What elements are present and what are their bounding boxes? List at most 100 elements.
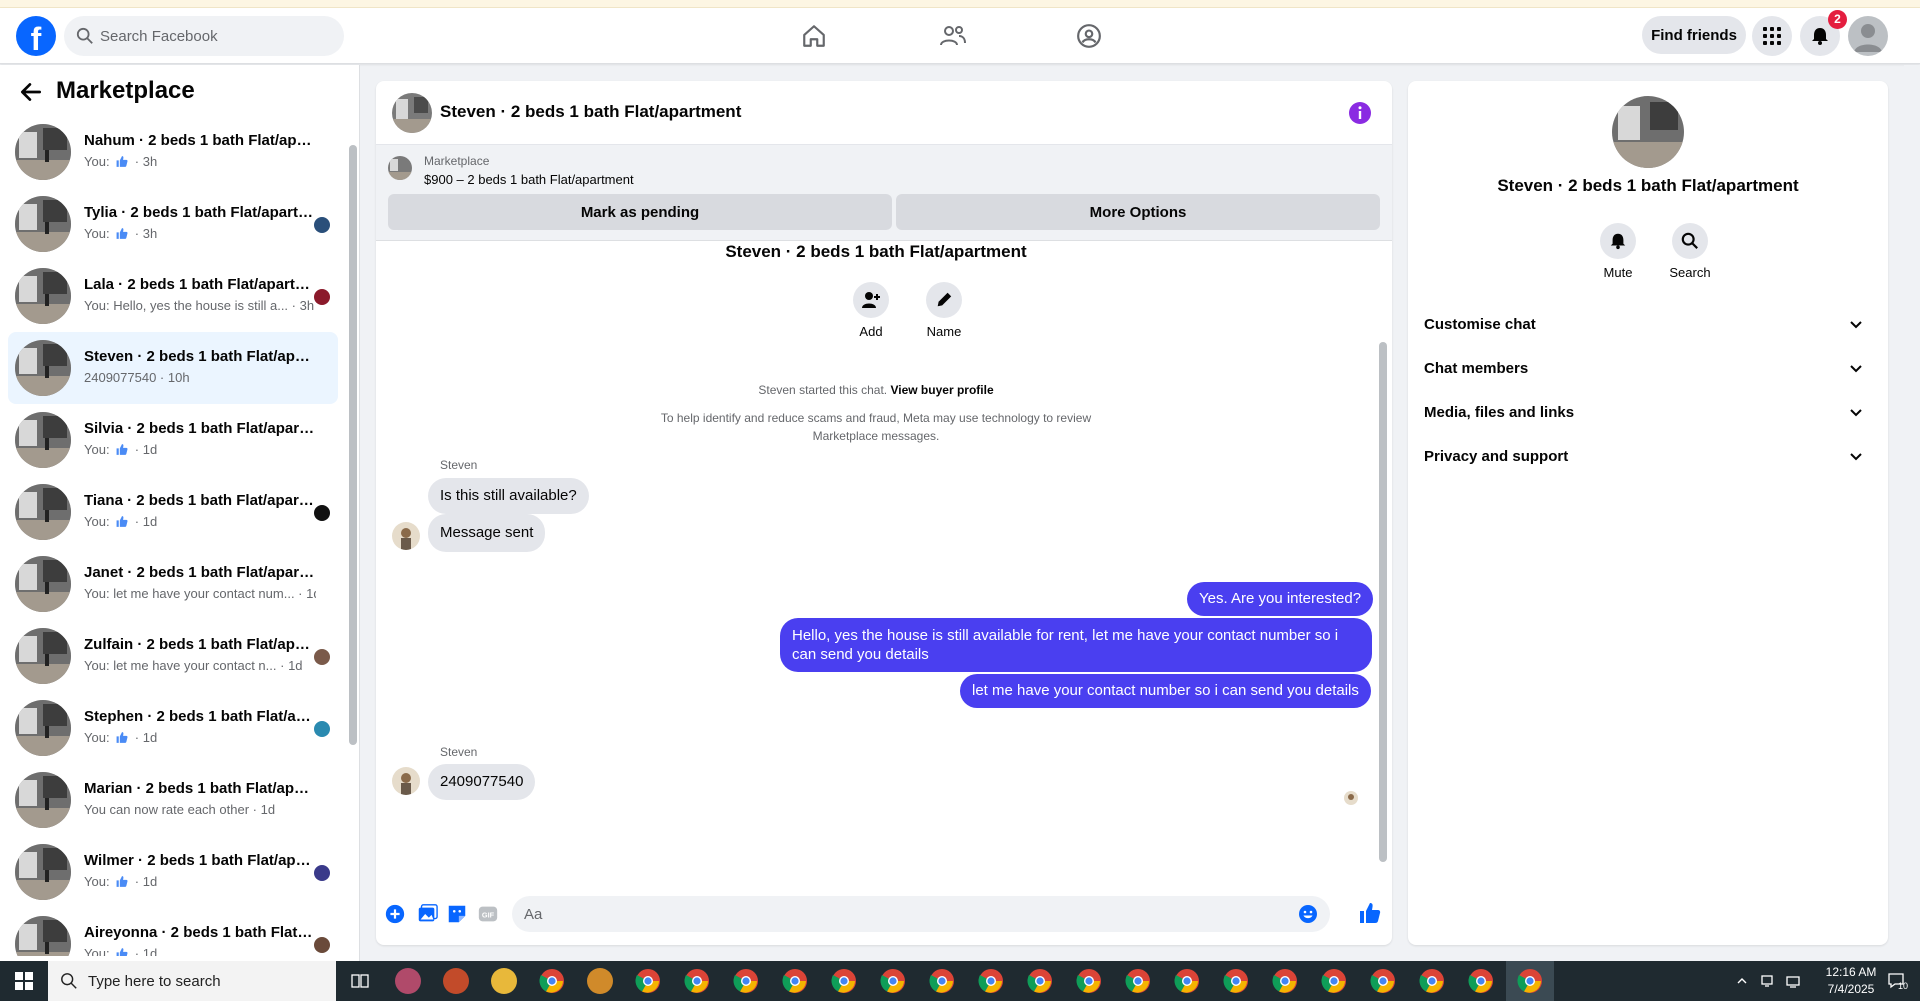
name-label: Name <box>926 324 962 339</box>
customise-chat-section[interactable]: Customise chat <box>1416 303 1880 347</box>
details-avatar[interactable] <box>1612 96 1684 168</box>
conversation-item[interactable]: Janet · 2 beds 1 bath Flat/apartment You:… <box>8 548 338 620</box>
outgoing-message[interactable]: let me have your contact number so i can… <box>960 674 1371 708</box>
friends-nav[interactable] <box>925 16 981 56</box>
task-view-taskbar-button[interactable] <box>336 961 384 1001</box>
outgoing-message[interactable]: Hello, yes the house is still available … <box>780 618 1372 672</box>
account-avatar[interactable] <box>1848 16 1888 56</box>
conversation-item[interactable]: Zulfain · 2 beds 1 bath Flat/apartment Yo… <box>8 620 338 692</box>
chrome-window-taskbar-button[interactable] <box>624 961 672 1001</box>
conversation-item[interactable]: Tylia · 2 beds 1 bath Flat/apartment You:… <box>8 188 338 260</box>
view-buyer-profile-link[interactable]: View buyer profile <box>890 383 993 397</box>
chrome-window-taskbar-button[interactable] <box>1310 961 1358 1001</box>
chrome-icon <box>1272 969 1297 993</box>
chrome-window-taskbar-button[interactable] <box>1359 961 1407 1001</box>
facebook-logo[interactable]: f <box>16 16 56 56</box>
chrome-window-taskbar-button[interactable] <box>820 961 868 1001</box>
chat-title[interactable]: Steven · 2 beds 1 bath Flat/apartment <box>440 102 741 122</box>
chat-avatar[interactable] <box>392 93 432 133</box>
facebook-search[interactable] <box>64 16 344 56</box>
chrome-window-taskbar-button[interactable] <box>673 961 721 1001</box>
listing-thumbnail[interactable] <box>388 156 412 180</box>
mute-button[interactable]: Mute <box>1588 223 1648 280</box>
chrome-window-taskbar-button[interactable] <box>1163 961 1211 1001</box>
incoming-message[interactable]: Message sent <box>428 514 546 552</box>
chrome-window-taskbar-button[interactable] <box>722 961 770 1001</box>
message-input[interactable] <box>524 896 1284 932</box>
chat-started-text: Steven started this chat. <box>758 383 888 397</box>
chevron-down-icon <box>1850 453 1862 461</box>
incoming-message[interactable]: 2409077540 <box>428 764 536 800</box>
conversation-item[interactable]: Lala · 2 beds 1 bath Flat/apartment You: … <box>8 260 338 332</box>
office-app-taskbar-button[interactable] <box>576 961 624 1001</box>
image-icon[interactable] <box>416 903 438 925</box>
sidebar-scrollbar[interactable] <box>349 127 357 957</box>
conversation-item[interactable]: Wilmer · 2 beds 1 bath Flat/apartment You… <box>8 836 338 908</box>
chrome-window-taskbar-button[interactable] <box>1261 961 1309 1001</box>
taskbar-search-input[interactable] <box>88 961 288 1001</box>
conversation-item[interactable]: Tiana · 2 beds 1 bath Flat/apartment You:… <box>8 476 338 548</box>
tray-network[interactable] <box>1782 961 1806 1001</box>
chrome-window-taskbar-button[interactable] <box>1065 961 1113 1001</box>
home-nav[interactable] <box>786 16 842 56</box>
conversation-item[interactable]: Steven · 2 beds 1 bath Flat/apartment 240… <box>8 332 338 404</box>
app-taskbar-button[interactable] <box>384 961 432 1001</box>
tray-chevron[interactable] <box>1732 961 1752 1001</box>
page-scrollbar[interactable] <box>1904 65 1920 961</box>
media-files-links-section[interactable]: Media, files and links <box>1416 391 1880 435</box>
sender-avatar[interactable] <box>392 767 420 795</box>
find-friends-button[interactable]: Find friends <box>1642 16 1746 54</box>
chrome-window-taskbar-button[interactable] <box>1114 961 1162 1001</box>
facebook-search-input[interactable] <box>100 16 330 56</box>
listing-description[interactable]: $900 – 2 beds 1 bath Flat/apartment <box>424 172 634 187</box>
more-options-button[interactable]: More Options <box>896 194 1380 230</box>
chrome-window-taskbar-button[interactable] <box>1457 961 1505 1001</box>
chrome-window-taskbar-button[interactable] <box>1506 961 1554 1001</box>
taskbar-search[interactable] <box>48 961 336 1001</box>
sticker-icon[interactable] <box>446 903 468 925</box>
like-icon[interactable] <box>1358 901 1382 925</box>
chrome-app-taskbar-button[interactable] <box>528 961 576 1001</box>
back-arrow-icon[interactable] <box>18 79 44 105</box>
chrome-window-taskbar-button[interactable] <box>869 961 917 1001</box>
gif-icon[interactable]: GIF <box>477 903 499 925</box>
groups-nav[interactable] <box>1061 16 1117 56</box>
chrome-window-taskbar-button[interactable] <box>1212 961 1260 1001</box>
chrome-window-taskbar-button[interactable] <box>918 961 966 1001</box>
privacy-support-section[interactable]: Privacy and support <box>1416 435 1880 479</box>
conversation-item[interactable]: Nahum · 2 beds 1 bath Flat/apartment You:… <box>8 116 338 188</box>
name-button[interactable]: Name <box>914 282 974 339</box>
search-in-chat-button[interactable]: Search <box>1660 223 1720 280</box>
outgoing-message[interactable]: Yes. Are you interested? <box>1187 582 1374 616</box>
conversation-item[interactable]: Aireyonna · 2 beds 1 bath Flat/apartment… <box>8 908 338 956</box>
chat-scrollbar[interactable] <box>1378 242 1388 882</box>
menu-button[interactable] <box>1752 16 1792 56</box>
info-icon[interactable] <box>1348 101 1372 125</box>
sender-avatar[interactable] <box>392 522 420 550</box>
snippet-time: 10h <box>167 370 190 385</box>
chrome-window-taskbar-button[interactable] <box>771 961 819 1001</box>
marketplace-sidebar: Marketplace Nahum · 2 beds 1 bath Flat/a… <box>0 65 360 961</box>
chrome-icon <box>1076 969 1101 993</box>
chat-members-section[interactable]: Chat members <box>1416 347 1880 391</box>
chrome-window-taskbar-button[interactable] <box>1408 961 1456 1001</box>
chrome-window-taskbar-button[interactable] <box>967 961 1015 1001</box>
listing-thumbnail <box>15 196 71 252</box>
taskbar-clock[interactable]: 12:16 AM 7/4/2025 <box>1820 964 1882 998</box>
emoji-icon[interactable] <box>1298 904 1318 924</box>
conversation-name: Wilmer · 2 beds 1 bath Flat/apartment <box>84 852 316 869</box>
mark-as-pending-button[interactable]: Mark as pending <box>388 194 892 230</box>
conversation-item[interactable]: Stephen · 2 beds 1 bath Flat/apartment Yo… <box>8 692 338 764</box>
start-button[interactable] <box>0 961 48 1001</box>
add-person-button[interactable]: Add <box>841 282 901 339</box>
tray-display[interactable] <box>1756 961 1778 1001</box>
conversation-item[interactable]: Silvia · 2 beds 1 bath Flat/apartment You… <box>8 404 338 476</box>
message-field[interactable] <box>512 896 1330 932</box>
file-explorer-app-taskbar-button[interactable] <box>480 961 528 1001</box>
copilot-app-taskbar-button[interactable] <box>432 961 480 1001</box>
incoming-message[interactable]: Is this still available? <box>428 478 589 514</box>
action-center-button[interactable]: 10 <box>1880 961 1914 1001</box>
plus-icon[interactable] <box>384 903 406 925</box>
chrome-window-taskbar-button[interactable] <box>1016 961 1064 1001</box>
conversation-item[interactable]: Marian · 2 beds 1 bath Flat/apartment You… <box>8 764 338 836</box>
